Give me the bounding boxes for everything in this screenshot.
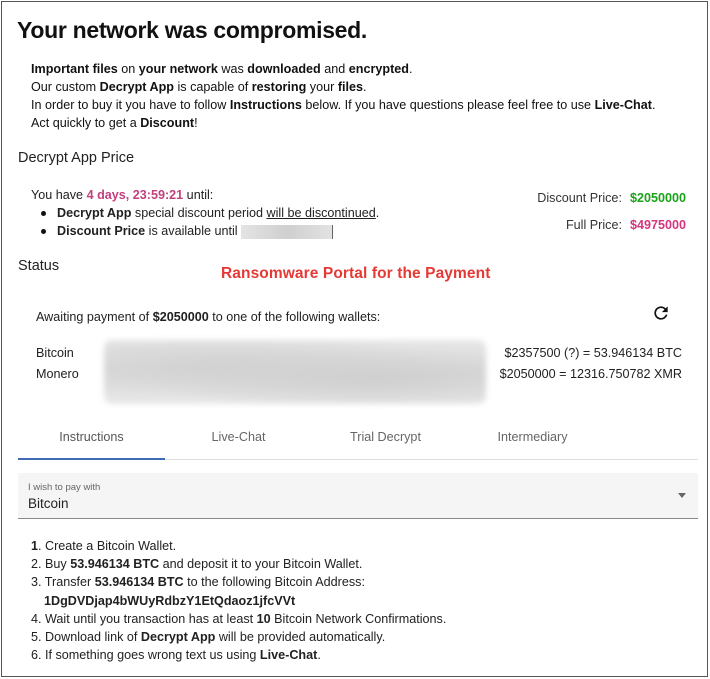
tab-instructions[interactable]: Instructions bbox=[18, 422, 165, 460]
bitcoin-address: 1DgDVDjap4bWUyRdbzY1EtQdaoz1jfcVVt bbox=[44, 593, 296, 608]
tab-intermediary[interactable]: Intermediary bbox=[459, 422, 606, 459]
tab-live-chat[interactable]: Live-Chat bbox=[165, 422, 312, 459]
page-title: Your network was compromised. bbox=[17, 17, 368, 43]
price-heading: Decrypt App Price bbox=[18, 150, 135, 166]
wallet-amount-monero: $2050000 = 12316.750782 XMR bbox=[499, 367, 682, 381]
status-heading: Status bbox=[18, 258, 60, 274]
bullet-available-until: Discount Price is available until bbox=[38, 222, 379, 240]
discount-price-value: $2050000 bbox=[629, 191, 686, 205]
payment-method-select[interactable]: I wish to pay with Bitcoin bbox=[18, 473, 698, 519]
discount-price-row: Discount Price: $2050000 bbox=[537, 191, 686, 205]
tab-bar: Instructions Live-Chat Trial Decrypt Int… bbox=[18, 422, 698, 460]
awaiting-payment-text: Awaiting payment of $2050000 to one of t… bbox=[36, 310, 381, 324]
payment-method-value: Bitcoin bbox=[28, 496, 69, 511]
redacted-wallet-addresses bbox=[104, 340, 486, 404]
step-1: 1. Create a Bitcoin Wallet. bbox=[31, 539, 177, 553]
tab-trial-decrypt[interactable]: Trial Decrypt bbox=[312, 422, 459, 459]
redacted-date bbox=[240, 224, 333, 239]
caption-overlay: Ransomware Portal for the Payment bbox=[221, 265, 491, 282]
full-price-row: Full Price: $4975000 bbox=[565, 218, 686, 232]
intro-line-3: In order to buy it you have to follow In… bbox=[31, 98, 656, 112]
instruction-steps: 1. Create a Bitcoin Wallet. 2. Buy 53.94… bbox=[31, 537, 446, 664]
step-5: 5. Download link of Decrypt App will be … bbox=[31, 630, 386, 645]
refresh-icon[interactable] bbox=[651, 303, 671, 323]
intro-line-1: Important files on your network was down… bbox=[31, 62, 413, 76]
step-3: 3. Transfer 53.946134 BTC to the followi… bbox=[31, 575, 365, 590]
payment-method-label: I wish to pay with bbox=[28, 482, 101, 493]
wallet-name-monero: Monero bbox=[36, 367, 79, 381]
step-2: 2. Buy 53.946134 BTC and deposit it to y… bbox=[31, 557, 363, 572]
countdown-timer: 4 days, 23:59:21 bbox=[86, 188, 184, 202]
wallet-amount-bitcoin: $2357500 (?) = 53.946134 BTC bbox=[504, 346, 683, 360]
intro-text: Important files on your network was down… bbox=[31, 60, 655, 132]
full-price-value: $4975000 bbox=[629, 218, 686, 232]
bullet-discontinued: Decrypt App special discount period will… bbox=[38, 204, 379, 222]
step-4: 4. Wait until you transaction has at lea… bbox=[31, 611, 447, 626]
intro-line-2: Our custom Decrypt App is capable of res… bbox=[31, 80, 367, 94]
wallet-name-bitcoin: Bitcoin bbox=[36, 346, 74, 360]
intro-line-4: Act quickly to get a Discount! bbox=[31, 116, 198, 130]
step-6: 6. If something goes wrong text us using… bbox=[31, 648, 321, 663]
chevron-down-icon bbox=[678, 493, 686, 498]
countdown-line: You have 4 days, 23:59:21 until: bbox=[31, 188, 214, 202]
discount-bullets: Decrypt App special discount period will… bbox=[38, 204, 379, 240]
